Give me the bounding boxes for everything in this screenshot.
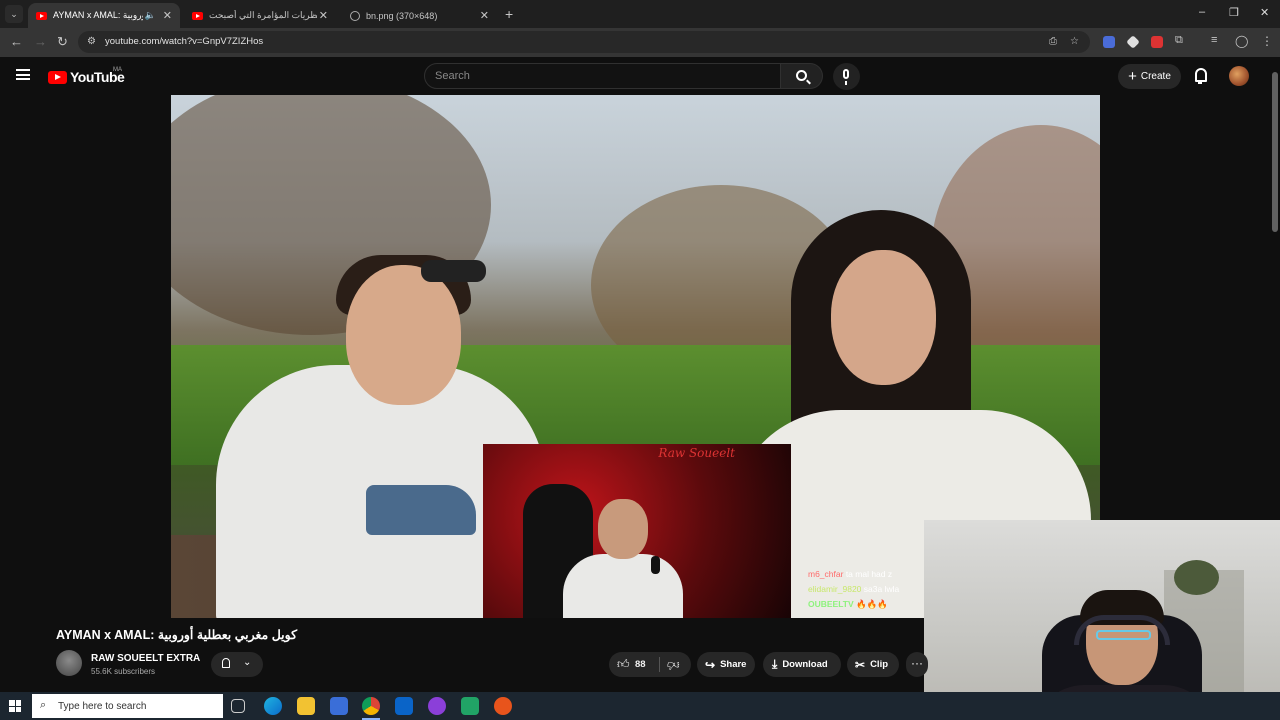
tab-close-icon[interactable]: ✕: [163, 9, 172, 22]
browser-tab-bar: ⌄ AYMAN x AMAL: كويل مغربي بعطلية أوروبي…: [0, 0, 1280, 28]
share-arrow-icon: ↪: [705, 657, 716, 672]
download-icon: ⤓: [772, 657, 778, 671]
like-count: 88: [635, 659, 646, 670]
chat-message: OUBEELTV 🔥🔥🔥: [808, 599, 888, 609]
divider: [659, 657, 660, 672]
country-code: MA: [113, 67, 122, 73]
task-view-icon[interactable]: [231, 699, 245, 713]
red-extension-icon[interactable]: [1151, 36, 1163, 48]
windows-start-icon[interactable]: [9, 700, 21, 712]
channel-name[interactable]: RAW SOUEELT EXTRA: [91, 653, 200, 664]
youtube-favicon-icon: [192, 11, 203, 20]
youtube-header: YouTube MA Search + Create: [0, 57, 1280, 95]
store-icon[interactable]: [330, 697, 348, 715]
chrome-icon[interactable]: [362, 697, 380, 715]
media-controls-icon[interactable]: ≡: [1211, 34, 1217, 46]
chevron-down-icon: ⌄: [243, 657, 252, 668]
youtube-favicon-icon: [36, 11, 47, 20]
thumbs-up-icon[interactable]: 👍︎: [617, 657, 630, 672]
speaker-icon[interactable]: 🔈: [145, 10, 156, 21]
live-chat-overlay: m6_chfar ta mal had z elidamir_9820 sa3a…: [808, 567, 899, 612]
create-button[interactable]: + Create: [1118, 64, 1181, 89]
outlook-icon[interactable]: [395, 697, 413, 715]
tab-title: bn.png (370×648): [366, 10, 438, 21]
streamer-inset: Raw Soueelt: [483, 444, 791, 618]
bookmark-star-icon[interactable]: ☆: [1070, 36, 1079, 47]
subscriber-count: 55.6K subscribers: [91, 667, 156, 676]
microphone-icon: [843, 69, 849, 85]
like-dislike-group: 👍︎ 88 👍︎: [609, 652, 691, 677]
voice-search-button[interactable]: [833, 63, 860, 90]
scrollbar-thumb[interactable]: [1272, 72, 1278, 232]
site-info-icon[interactable]: ⚙: [87, 36, 96, 47]
forward-arrow-icon[interactable]: →: [34, 34, 47, 49]
tab-close-icon[interactable]: ✕: [480, 9, 489, 22]
search-icon: ⌕: [40, 699, 47, 711]
reload-icon[interactable]: ↻: [57, 34, 68, 50]
sunglasses-icon: [421, 260, 486, 282]
video-title: AYMAN x AMAL: كويل مغربي بعطلية أوروبية: [56, 628, 298, 642]
search-input[interactable]: Search: [424, 63, 781, 89]
more-actions-button[interactable]: ···: [906, 652, 928, 677]
chat-message: m6_chfar ta mal had z: [808, 569, 893, 579]
new-tab-button[interactable]: +: [505, 6, 513, 22]
taskbar-search-input[interactable]: ⌕ Type here to search: [32, 694, 223, 718]
windows-taskbar: ⌕ Type here to search: [0, 692, 1280, 720]
bell-icon: [222, 658, 232, 670]
back-arrow-icon[interactable]: ←: [10, 34, 23, 49]
profile-icon[interactable]: ◯: [1235, 34, 1248, 48]
extensions-puzzle-icon[interactable]: ⧉: [1175, 34, 1183, 47]
app-icon[interactable]: [428, 697, 446, 715]
diamond-extension-icon[interactable]: [1126, 35, 1140, 49]
restore-button[interactable]: ❐: [1229, 6, 1239, 19]
microphone-icon: [651, 556, 660, 574]
notifications-bell-icon[interactable]: [1193, 68, 1207, 84]
webcam-overlay: [924, 520, 1280, 720]
stream-watermark: Raw Soueelt: [658, 446, 735, 460]
browser-toolbar: ← → ↻ ⚙ youtube.com/watch?v=GnpV7ZIZHos …: [0, 28, 1280, 57]
share-label: Share: [720, 659, 747, 670]
download-label: Download: [782, 659, 828, 670]
car-print: [366, 485, 476, 535]
globe-icon: [350, 10, 360, 21]
minimize-button[interactable]: –: [1199, 6, 1205, 18]
install-app-icon[interactable]: ⎙: [1049, 36, 1057, 47]
file-explorer-icon[interactable]: [297, 697, 315, 715]
subscribed-notifications-button[interactable]: ⌄: [211, 652, 263, 677]
tab-title: أبرز نظريات المؤامرة التي أصبحت: [209, 10, 317, 20]
tab-image[interactable]: bn.png (370×648) ✕: [342, 3, 497, 28]
channel-avatar[interactable]: [56, 650, 82, 676]
app-icon[interactable]: [461, 697, 479, 715]
edge-icon[interactable]: [264, 697, 282, 715]
download-button[interactable]: ⤓ Download: [763, 652, 841, 677]
search-button[interactable]: [781, 63, 823, 89]
youtube-play-icon: [48, 70, 67, 84]
tab-search-button[interactable]: ⌄: [5, 5, 23, 23]
clip-button[interactable]: ✂ Clip: [847, 652, 899, 677]
tab-close-icon[interactable]: ✕: [319, 9, 328, 22]
tab-title: AYMAN x AMAL: كويل مغربي بعطلية أوروبية: [53, 10, 143, 20]
hamburger-menu-icon[interactable]: [16, 69, 30, 80]
streamer: [563, 484, 683, 618]
close-window-button[interactable]: ✕: [1260, 6, 1269, 19]
tab-conspiracy-video[interactable]: أبرز نظريات المؤامرة التي أصبحت ✕: [184, 3, 336, 28]
tab-youtube-video[interactable]: AYMAN x AMAL: كويل مغربي بعطلية أوروبية …: [28, 3, 180, 28]
scissors-icon: ✂: [855, 657, 866, 672]
clip-label: Clip: [870, 659, 889, 670]
kebab-menu-icon[interactable]: ⋮: [1261, 34, 1273, 48]
glasses-icon: [1096, 630, 1151, 640]
chat-message: elidamir_9820 sa3a lwla: [808, 584, 900, 594]
url-text: youtube.com/watch?v=GnpV7ZIZHos: [105, 36, 264, 47]
taskbar-search-placeholder: Type here to search: [58, 701, 147, 712]
create-label: Create: [1140, 71, 1171, 82]
address-bar[interactable]: ⚙ youtube.com/watch?v=GnpV7ZIZHos ⎙ ☆: [78, 31, 1090, 53]
share-button[interactable]: ↪ Share: [697, 652, 755, 677]
search-icon: [796, 70, 807, 81]
thumbs-down-icon[interactable]: 👍︎: [667, 657, 680, 672]
app-icon[interactable]: [494, 697, 512, 715]
translate-extension-icon[interactable]: [1103, 36, 1115, 48]
user-avatar[interactable]: [1229, 66, 1249, 86]
plus-icon: +: [1128, 67, 1137, 85]
